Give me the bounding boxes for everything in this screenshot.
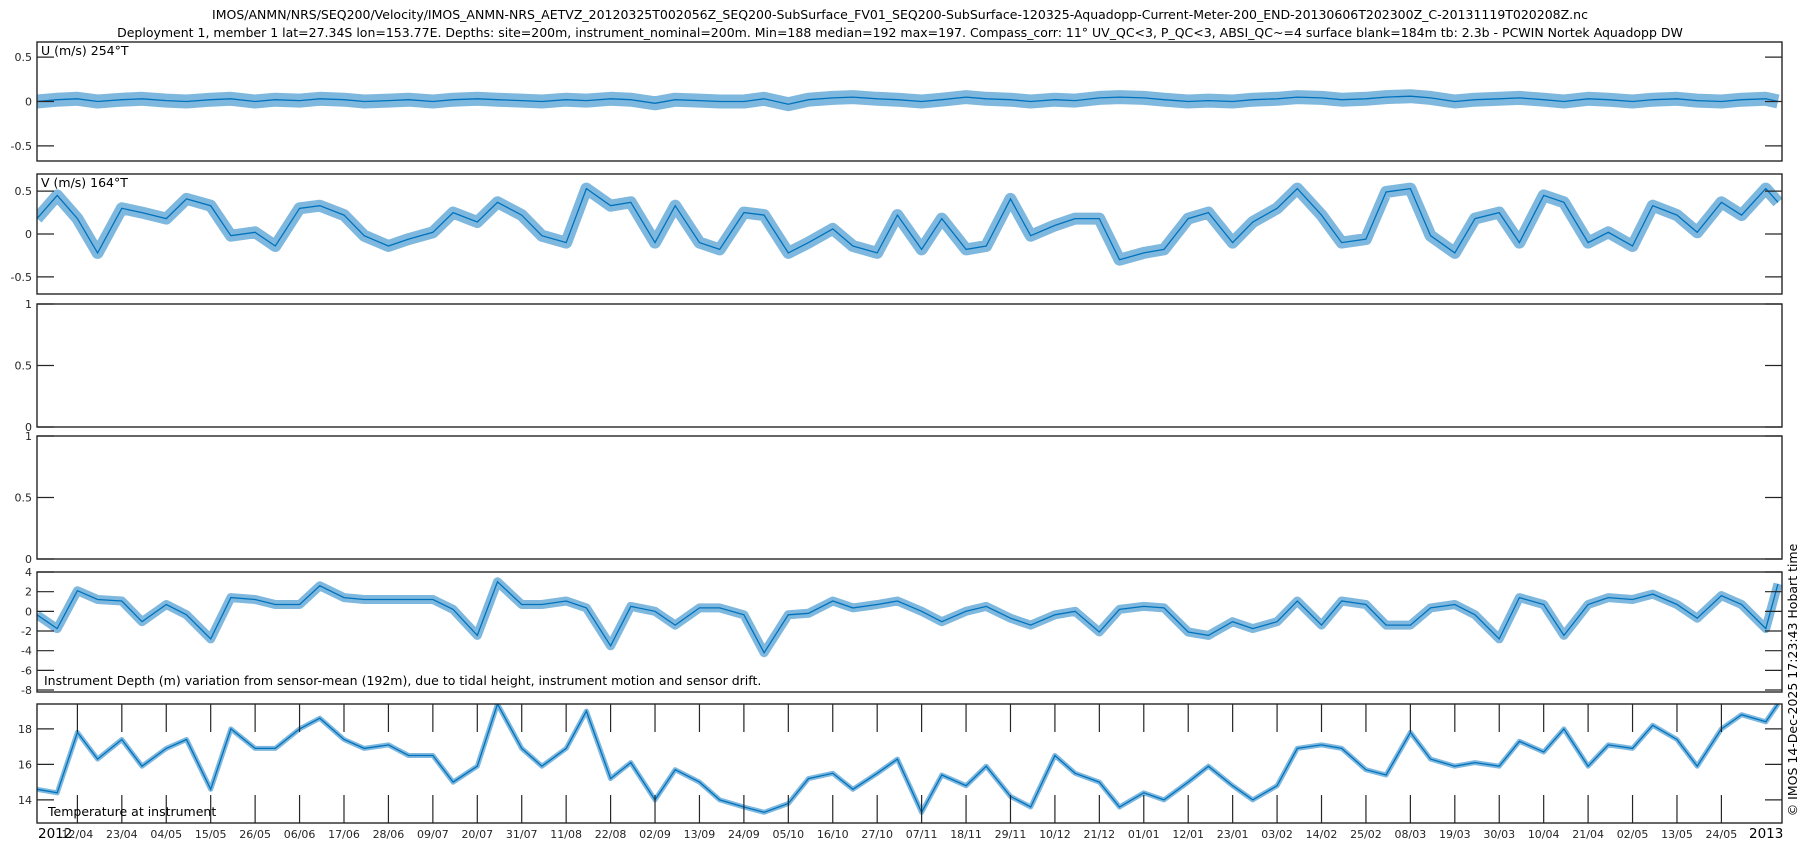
x-tick-label: 02/09 — [639, 828, 671, 841]
x-tick-label: 22/08 — [595, 828, 627, 841]
depth-series-line — [37, 580, 1779, 654]
depth-panel-label: Instrument Depth (m) variation from sens… — [44, 673, 761, 688]
x-year-end-label: 2013 — [1749, 826, 1783, 842]
y-tick-label: -0.5 — [11, 271, 32, 284]
x-tick-label: 27/10 — [861, 828, 893, 841]
y-tick-label: 0 — [25, 228, 32, 241]
x-tick-label: 14/02 — [1306, 828, 1338, 841]
x-tick-label: 03/02 — [1261, 828, 1293, 841]
x-tick-label: 09/07 — [417, 828, 449, 841]
empty-1-panel: 10.50 — [15, 298, 1783, 434]
y-tick-label: 0.5 — [15, 51, 33, 64]
x-tick-label: 13/05 — [1661, 828, 1693, 841]
x-tick-label: 12/01 — [1172, 828, 1204, 841]
y-tick-label: -6 — [21, 664, 32, 677]
x-tick-label: 10/04 — [1528, 828, 1560, 841]
x-tick-label: 15/05 — [195, 828, 227, 841]
y-tick-label: -4 — [21, 645, 32, 658]
x-tick-label: 26/05 — [239, 828, 271, 841]
title-line-1: IMOS/ANMN/NRS/SEQ200/Velocity/IMOS_ANMN-… — [212, 7, 1588, 22]
x-tick-label: 21/12 — [1083, 828, 1115, 841]
y-tick-label: 0.5 — [15, 492, 33, 505]
u-velocity-panel: 0.5 0 -0.5 — [11, 41, 1783, 162]
y-tick-label: 16 — [18, 758, 32, 771]
figure: IMOS/ANMN/NRS/SEQ200/Velocity/IMOS_ANMN-… — [11, 7, 1800, 842]
x-tick-label: 20/07 — [461, 828, 493, 841]
x-tick-label: 31/07 — [506, 828, 538, 841]
y-tick-label: -2 — [21, 625, 32, 638]
copyright-timestamp: © IMOS 14-Dec-2025 17:23:43 Hobart time — [1785, 543, 1800, 816]
v-panel-label: V (m/s) 164°T — [41, 175, 128, 190]
y-tick-label: 1 — [25, 430, 32, 443]
y-tick-label: 4 — [25, 566, 32, 579]
x-tick-label: 17/06 — [328, 828, 360, 841]
u-panel-label: U (m/s) 254°T — [41, 43, 129, 58]
v-velocity-series-band — [37, 182, 1782, 266]
x-tick-label: 01/01 — [1128, 828, 1160, 841]
panels: 0.50-0.50.50-0.510.5010.50420-2-4-6-8181… — [11, 41, 1783, 841]
empty-1-axes-box — [36, 303, 1783, 428]
temperature-panel-label: Temperature at instrument — [47, 804, 216, 819]
x-tick-label: 02/05 — [1617, 828, 1649, 841]
x-tick-label: 24/05 — [1706, 828, 1738, 841]
x-tick-label: 04/05 — [150, 828, 182, 841]
x-tick-label: 05/10 — [772, 828, 804, 841]
x-tick-label: 23/04 — [106, 828, 138, 841]
x-tick-label: 30/03 — [1483, 828, 1515, 841]
empty-2-panel: 10.50 — [15, 430, 1783, 566]
x-tick-label: 13/09 — [684, 828, 716, 841]
y-tick-label: 1 — [25, 298, 32, 311]
y-tick-label: 0.5 — [15, 185, 33, 198]
x-tick-label: 28/06 — [373, 828, 405, 841]
y-tick-label: 0 — [25, 96, 32, 109]
x-tick-label: 21/04 — [1572, 828, 1604, 841]
y-tick-label: 14 — [18, 794, 32, 807]
temperature-series-line — [37, 704, 1779, 814]
y-tick-label: -0.5 — [11, 140, 32, 153]
x-tick-label: 06/06 — [284, 828, 316, 841]
x-year-start-label: 2012 — [38, 826, 72, 842]
x-tick-label: 07/11 — [906, 828, 938, 841]
temperature-panel: 18161412/04 23/04 04/05 15/05 26/05 06/06 17/0… — [18, 703, 1783, 841]
x-tick-label: 10/12 — [1039, 828, 1071, 841]
y-tick-label: 18 — [18, 723, 32, 736]
x-tick-label: 25/02 — [1350, 828, 1382, 841]
x-tick-label: 16/10 — [817, 828, 849, 841]
title-line-2: Deployment 1, member 1 lat=27.34S lon=15… — [117, 25, 1683, 40]
x-tick-label: 29/11 — [995, 828, 1027, 841]
y-tick-label: 0.5 — [15, 360, 33, 373]
y-tick-label: 0 — [25, 553, 32, 566]
x-tick-label: 08/03 — [1395, 828, 1427, 841]
temperature-axes-box — [36, 703, 1783, 824]
x-tick-label: 23/01 — [1217, 828, 1249, 841]
y-tick-label: -8 — [21, 684, 32, 697]
depth-series-band — [37, 577, 1782, 658]
y-tick-label: 0 — [25, 605, 32, 618]
temperature-series-band — [37, 704, 1781, 815]
empty-2-axes-box — [36, 435, 1783, 560]
y-tick-label: 2 — [25, 586, 32, 599]
x-tick-label: 19/03 — [1439, 828, 1471, 841]
x-tick-label: 11/08 — [550, 828, 582, 841]
v-velocity-panel: 0.5 0 -0.5 — [11, 173, 1783, 295]
x-tick-label: 18/11 — [950, 828, 982, 841]
x-tick-label: 24/09 — [728, 828, 760, 841]
